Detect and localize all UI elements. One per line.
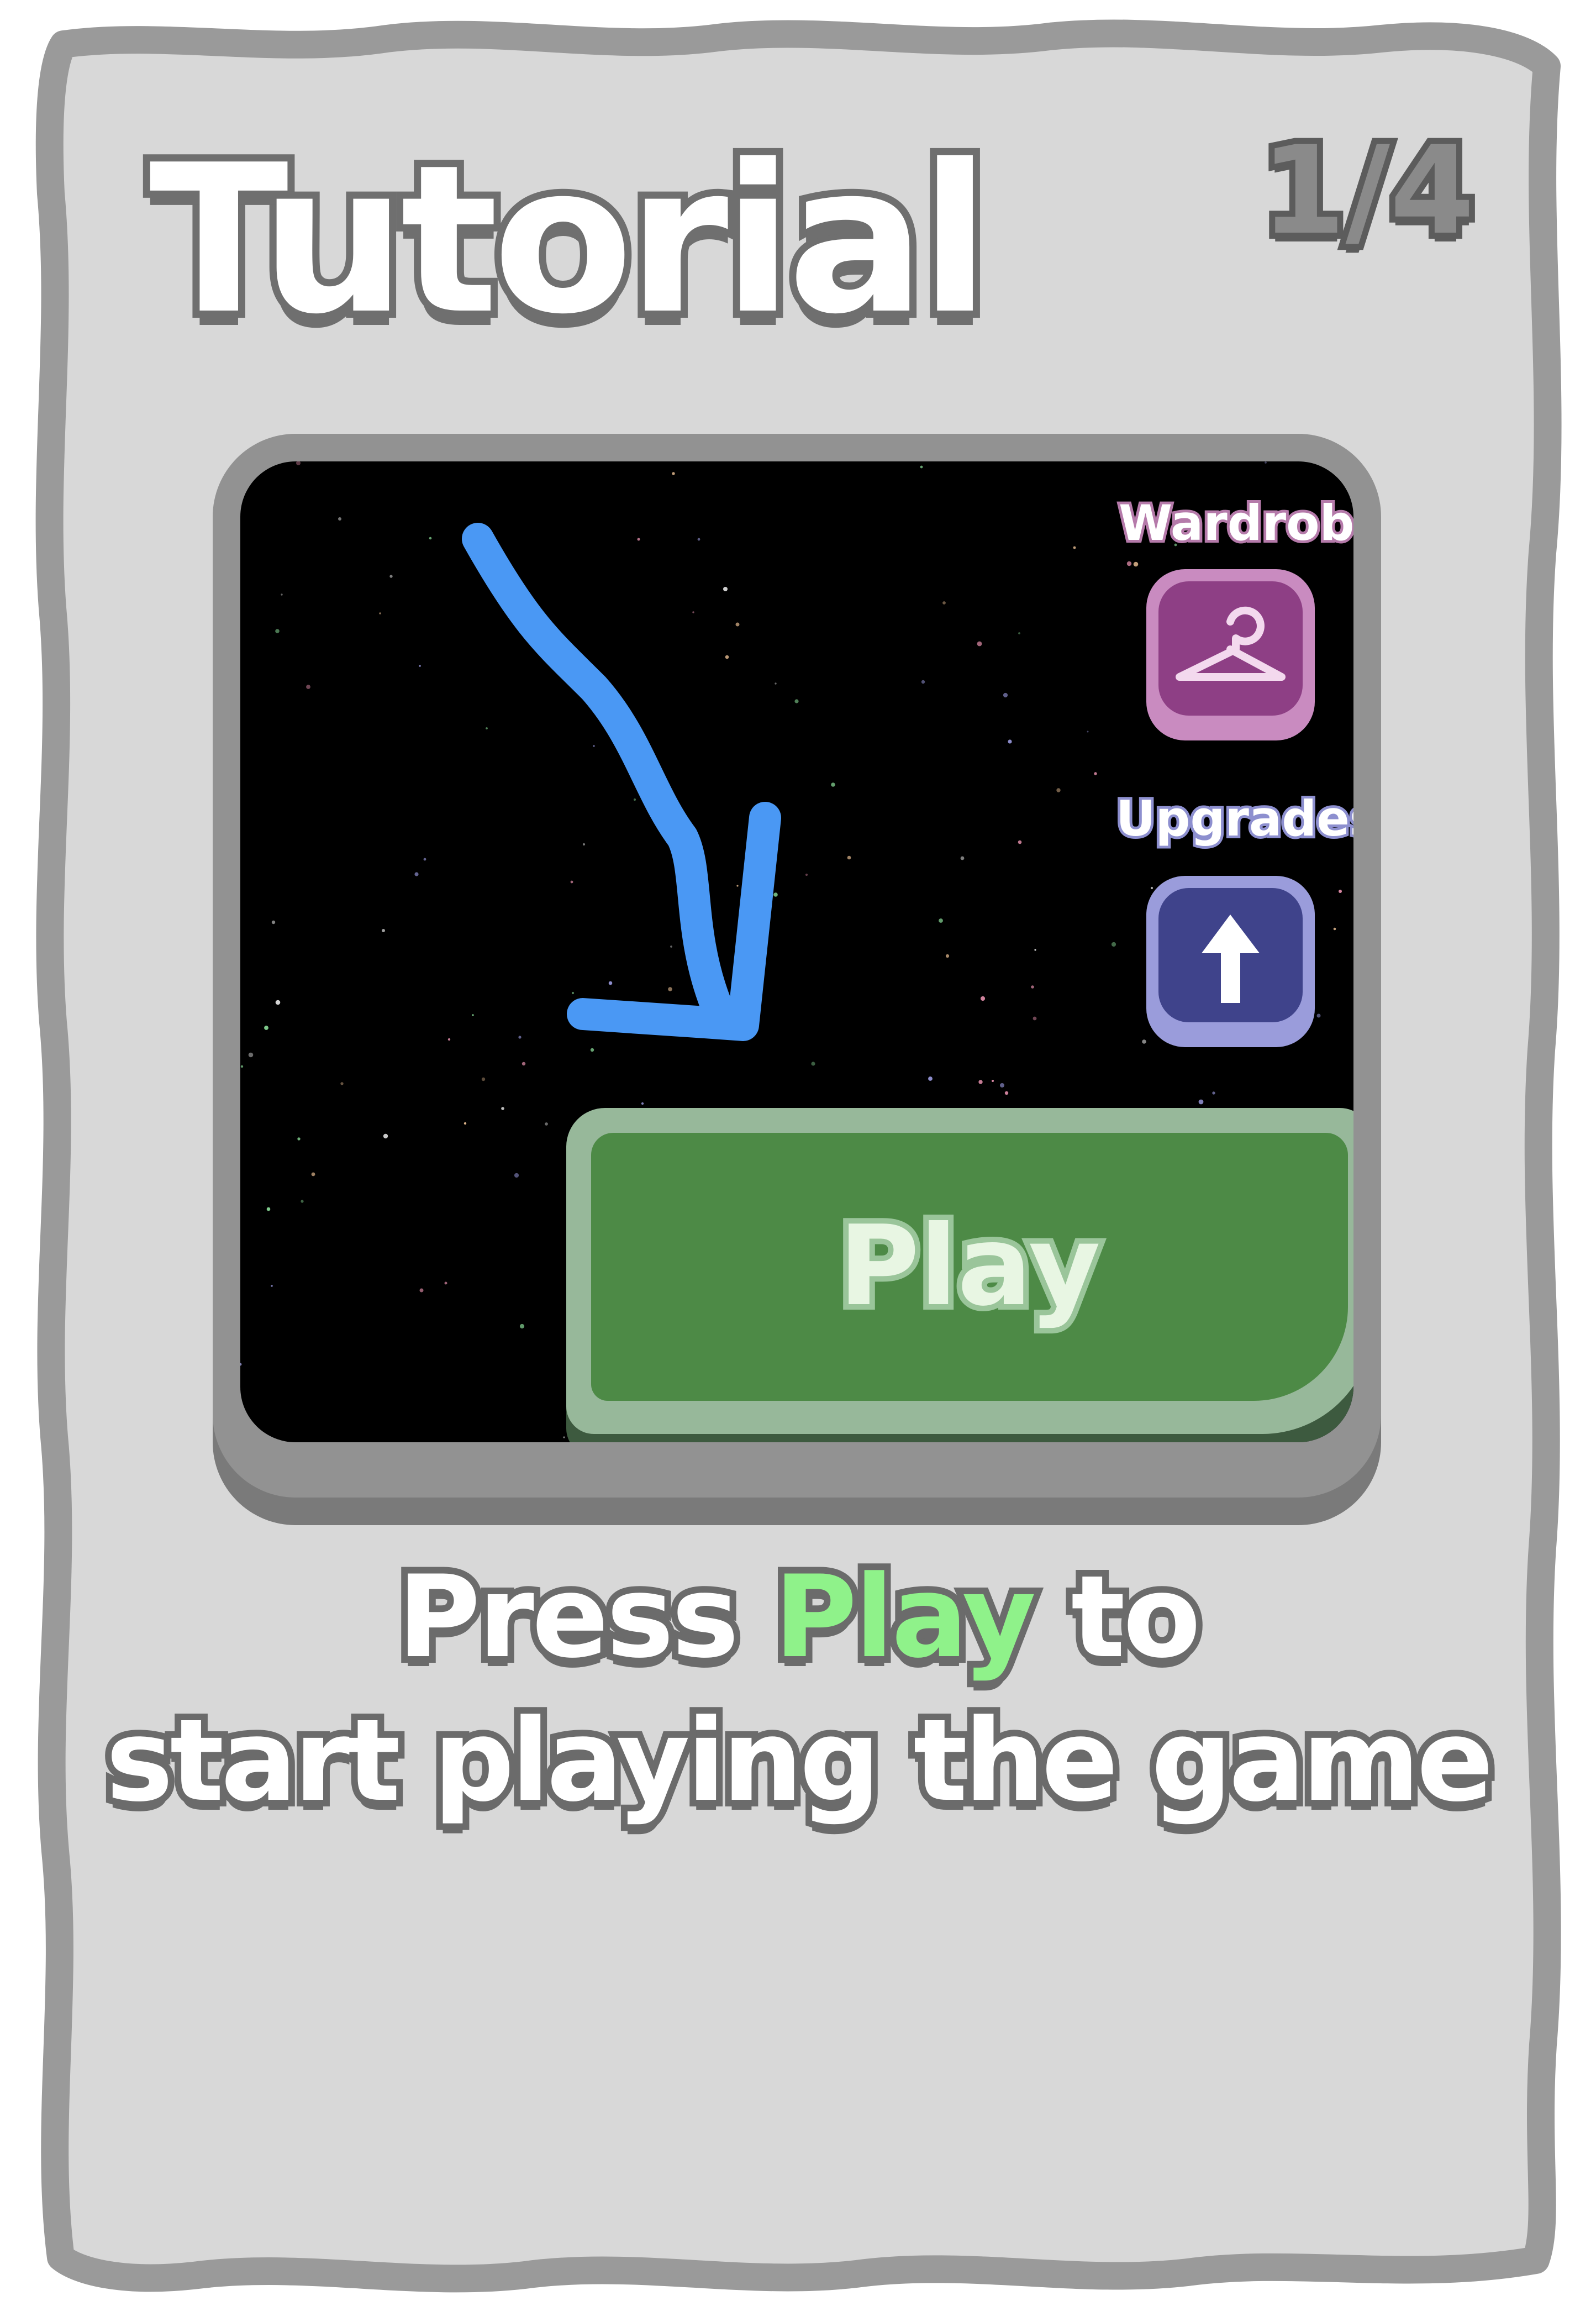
caption-text-after: to [1034, 1552, 1208, 1683]
caption-line-1: Press Play to [0, 1554, 1596, 1681]
tutorial-screenshot-frame: Wardrobe Upgrades Play [213, 434, 1381, 1498]
page-title: Tutorial [142, 122, 997, 359]
tutorial-screenshot: Wardrobe Upgrades Play [240, 461, 1353, 1442]
caption-line-2: start playing the game [99, 1695, 1500, 1827]
hand-drawn-arrow-icon [462, 523, 781, 1041]
page-counter: 1/4 [1255, 120, 1480, 261]
caption-text-before: Press [391, 1552, 775, 1683]
caption-play-highlight: Play [767, 1552, 1042, 1683]
